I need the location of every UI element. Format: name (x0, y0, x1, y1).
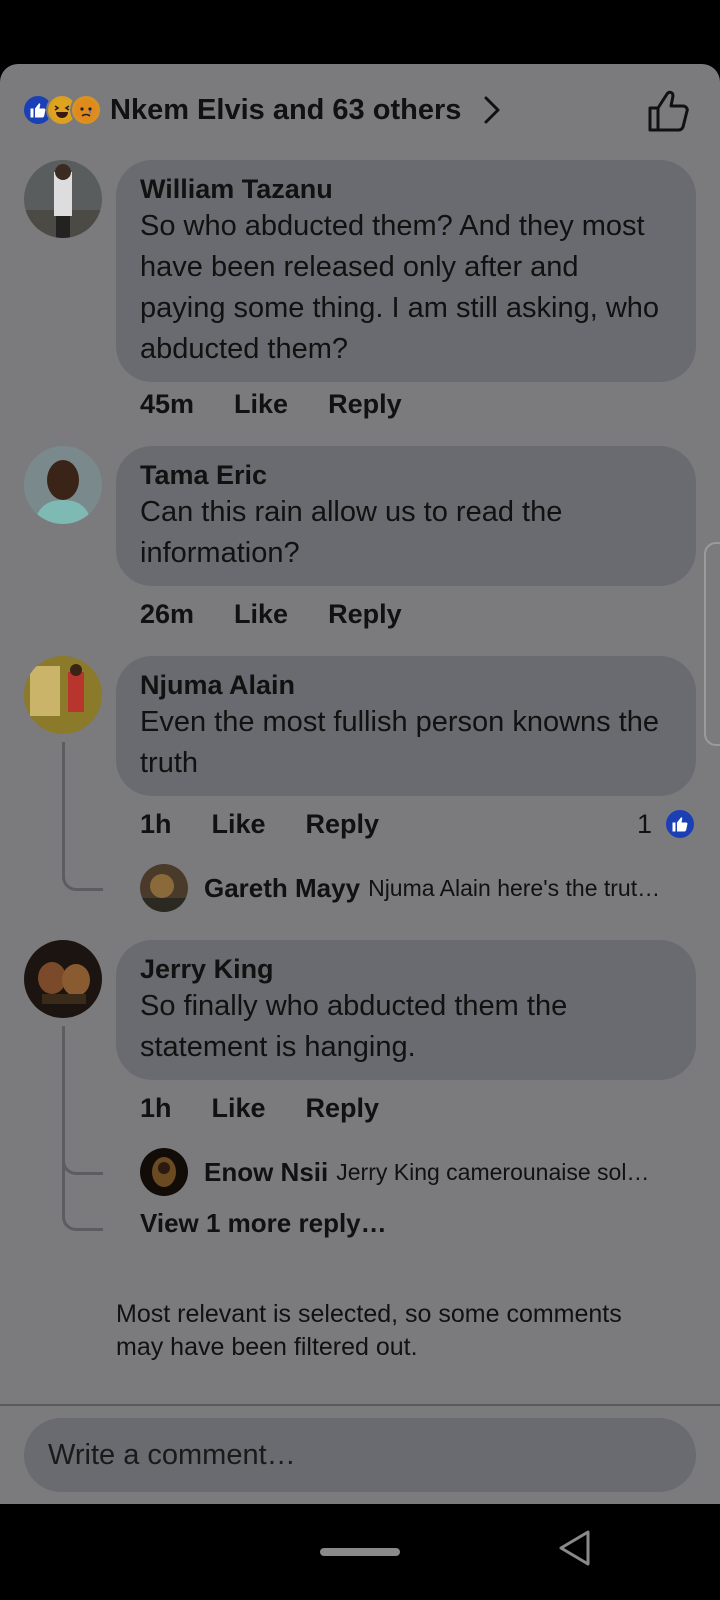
filter-note: Most relevant is selected, so some comme… (116, 1300, 622, 1361)
reply-button[interactable]: Reply (328, 599, 402, 630)
comment-actions: 45m Like Reply (140, 386, 442, 422)
like-reaction-icon (664, 808, 696, 840)
screen: Nkem Elvis and 63 others William Tazanu … (0, 0, 720, 1600)
comment-author[interactable]: Tama Eric (140, 458, 670, 492)
like-button[interactable]: Like (234, 389, 288, 420)
view-more-replies-link[interactable]: View 1 more reply… (140, 1208, 387, 1239)
reactions-summary[interactable]: Nkem Elvis and 63 others (22, 88, 501, 132)
composer-divider (0, 1404, 720, 1406)
comment-bubble[interactable]: William Tazanu So who abducted them? And… (116, 160, 696, 382)
like-button[interactable]: Like (212, 1093, 266, 1124)
scroll-handle[interactable] (704, 542, 720, 746)
reactors-text: Nkem Elvis and 63 others (110, 93, 462, 126)
comment-text: So finally who abducted them the stateme… (140, 990, 568, 1063)
reply-button[interactable]: Reply (306, 1093, 380, 1124)
avatar[interactable] (24, 160, 102, 238)
reply-button[interactable]: Reply (306, 809, 380, 840)
comments-sheet: Nkem Elvis and 63 others William Tazanu … (0, 64, 720, 1504)
comment-time: 45m (140, 388, 195, 419)
reply-preview[interactable]: Gareth Mayy Njuma Alain here's the trut… (140, 864, 700, 912)
comment-time: 1h (140, 808, 172, 839)
comment-text: Can this rain allow us to read the infor… (140, 496, 563, 569)
like-thumb-icon[interactable] (646, 88, 692, 134)
avatar[interactable] (24, 940, 102, 1018)
comment-like-count[interactable]: 1 (637, 804, 696, 844)
reply-author[interactable]: Enow Nsii (204, 1157, 328, 1188)
comment-text: Even the most fullish person knowns the … (140, 706, 660, 779)
comment-author[interactable]: William Tazanu (140, 172, 670, 206)
comment-author[interactable]: Jerry King (140, 952, 670, 986)
comment-time: 1h (140, 1092, 172, 1123)
home-gesture-pill[interactable] (320, 1548, 400, 1556)
comment-bubble[interactable]: Tama Eric Can this rain allow us to read… (116, 446, 696, 586)
reaction-stack (22, 94, 102, 126)
sad-reaction-icon (70, 94, 102, 126)
reply-button[interactable]: Reply (328, 389, 402, 420)
reply-avatar (140, 864, 188, 912)
avatar[interactable] (24, 656, 102, 734)
system-nav-bar (0, 1504, 720, 1600)
comment-bubble[interactable]: Njuma Alain Even the most fullish person… (116, 656, 696, 796)
reply-avatar (140, 1148, 188, 1196)
comment-author[interactable]: Njuma Alain (140, 668, 670, 702)
comment-actions: 1h Like Reply (140, 1090, 419, 1126)
avatar[interactable] (24, 446, 102, 524)
comment-input[interactable]: Write a comment… (24, 1418, 696, 1492)
reply-preview[interactable]: Enow Nsii Jerry King camerounaise sol… (140, 1148, 700, 1196)
reply-text: Jerry King camerounaise sol… (336, 1158, 650, 1185)
comment-actions: 26m Like Reply (140, 596, 442, 632)
back-triangle-icon[interactable] (556, 1528, 592, 1568)
reply-author[interactable]: Gareth Mayy (204, 873, 360, 904)
comment-text: So who abducted them? And they most have… (140, 210, 660, 365)
like-button[interactable]: Like (212, 809, 266, 840)
thread-line (62, 742, 103, 891)
thread-line (62, 1026, 103, 1231)
chevron-right-icon (484, 96, 500, 124)
comment-actions: 1h Like Reply (140, 806, 419, 842)
comment-bubble[interactable]: Jerry King So finally who abducted them … (116, 940, 696, 1080)
like-button[interactable]: Like (234, 599, 288, 630)
reply-text: Njuma Alain here's the trut… (368, 874, 661, 901)
comment-time: 26m (140, 598, 195, 629)
like-count-value: 1 (636, 808, 652, 839)
